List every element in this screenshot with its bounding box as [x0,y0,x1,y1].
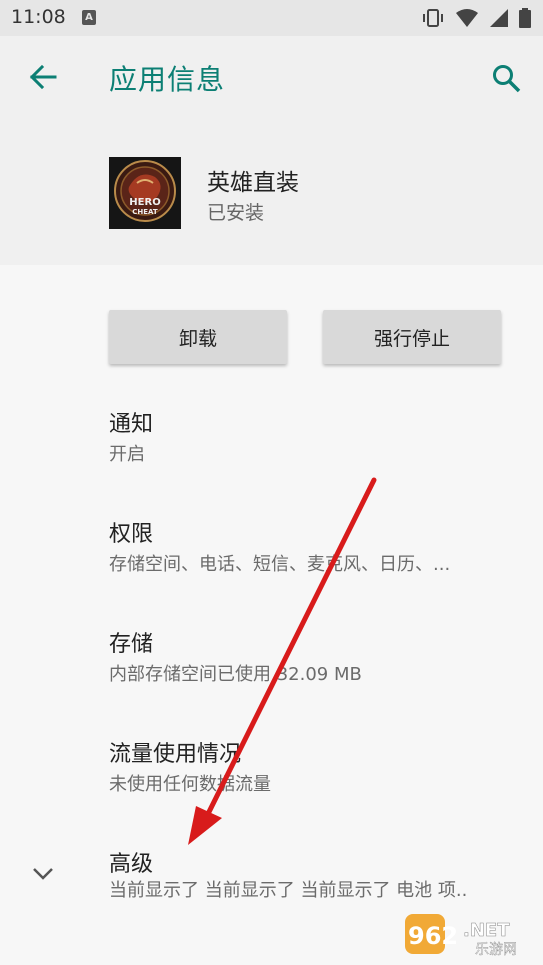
chevron-down-icon[interactable] [30,860,56,886]
status-bar: 11:08 A [0,0,543,36]
signal-icon [490,9,508,27]
vibrate-icon [423,9,443,27]
settings-item-title: 流量使用情况 [109,742,242,767]
watermark-number: 962 [408,922,458,950]
force-stop-button[interactable]: 强行停止 [323,310,501,364]
page-title: 应用信息 [109,63,226,96]
settings-item-summary: 存储空间、电话、短信、麦克风、日历、... [109,554,451,575]
uninstall-button[interactable]: 卸载 [109,310,287,364]
settings-item-title: 通知 [109,412,154,437]
app-icon: HERO CHEAT [109,157,181,229]
status-icons [421,8,531,28]
settings-item-summary: 内部存储空间已使用 32.09 MB [109,664,362,685]
battery-icon [519,8,531,28]
search-icon[interactable] [491,63,521,93]
settings-item-title: 权限 [109,522,154,547]
status-time: 11:08 [11,6,66,28]
app-name: 英雄直装 [207,170,299,196]
settings-item-summary: 开启 [109,444,145,465]
app-install-status: 已安装 [207,202,265,224]
watermark-subtitle: 乐游网 [475,942,517,958]
settings-item-title: 存储 [109,632,154,657]
app-icon-text-hero: HERO [129,197,160,208]
wifi-icon [456,9,478,27]
watermark-suffix: .NET [463,920,510,941]
settings-item-summary: 未使用任何数据流量 [109,774,271,795]
settings-item-title: 高级 [109,852,154,877]
app-header [0,36,543,265]
app-icon-text-cheat: CHEAT [132,208,158,216]
watermark-logo: 962 .NET 乐游网 [405,914,537,958]
notification-a-icon: A [82,10,96,25]
dragon-logo-icon: HERO CHEAT [109,157,181,229]
content-area [0,265,543,965]
arrow-back-icon[interactable] [28,62,58,92]
settings-item-summary: 当前显示了 当前显示了 当前显示了 电池 项.. [109,880,468,901]
